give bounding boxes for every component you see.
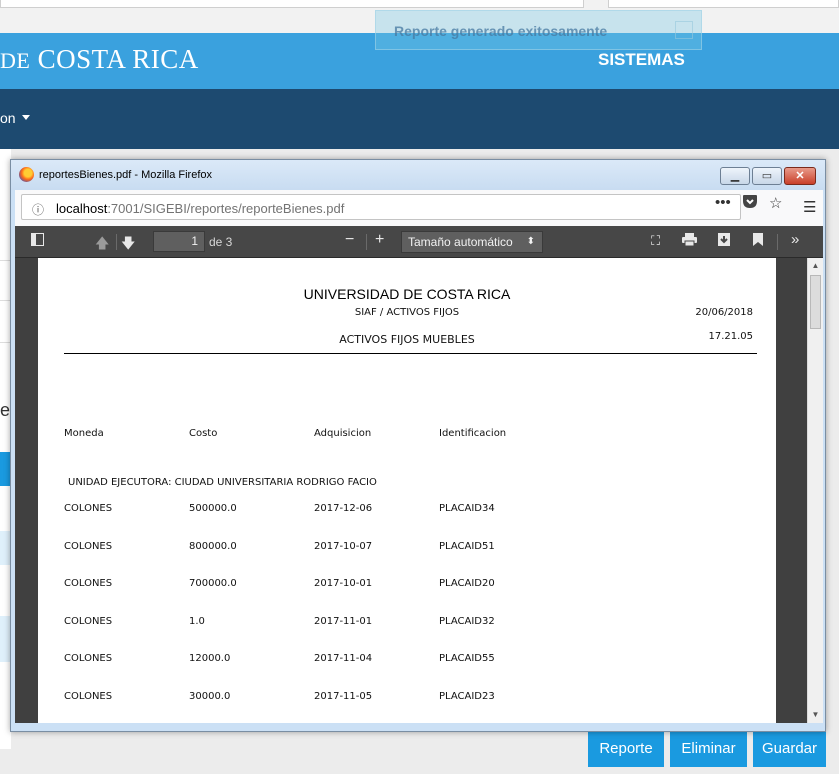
select-arrows-icon: ⬍ xyxy=(526,236,535,247)
header-rule xyxy=(64,353,757,354)
row-costo: 30000.0 xyxy=(189,691,231,702)
close-icon: ✕ xyxy=(795,170,805,182)
report-date: 20/06/2018 xyxy=(695,307,753,318)
unit-label: UNIDAD EJECUTORA: CIUDAD UNIVERSITARIA R… xyxy=(68,477,377,488)
column-header-moneda: Moneda xyxy=(64,428,104,439)
caret-down-icon xyxy=(22,115,30,120)
row-moneda: COLONES xyxy=(64,503,113,514)
row-identificacion: PLACAID32 xyxy=(439,616,495,627)
row-costo: 700000.0 xyxy=(189,578,237,589)
report-subtitle: SIAF / ACTIVOS FIJOS xyxy=(354,307,460,318)
row-identificacion: PLACAID34 xyxy=(439,503,495,514)
column-header-identificacion: Identificacion xyxy=(439,428,507,439)
minimize-button[interactable]: ▁ xyxy=(720,167,750,185)
brand-main: COSTA RICA xyxy=(37,44,199,74)
pocket-icon[interactable] xyxy=(742,194,758,213)
minimize-icon: ▁ xyxy=(730,170,740,182)
row-costo: 12000.0 xyxy=(189,653,231,664)
row-moneda: COLONES xyxy=(64,578,113,589)
window-titlebar[interactable]: reportesBienes.pdf - Mozilla Firefox ▁ ▭… xyxy=(11,160,825,190)
firefox-logo-icon xyxy=(19,167,34,182)
brand-logo-text: DE COSTA RICA xyxy=(0,44,199,75)
close-button[interactable]: ✕ xyxy=(784,167,816,185)
url-path: :7001/SIGEBI/reportes/reporteBienes.pdf xyxy=(107,201,345,216)
row-adquisicion: 2017-11-04 xyxy=(314,653,373,664)
sidebar-toggle-icon[interactable] xyxy=(31,233,44,249)
brand-prefix: DE xyxy=(0,48,31,73)
previous-page-icon[interactable]: 🡅 xyxy=(95,233,109,257)
maximize-icon: ▭ xyxy=(761,170,773,182)
row-adquisicion: 2017-10-07 xyxy=(314,541,373,552)
tools-chevron-icon[interactable]: » xyxy=(791,231,799,248)
scroll-down-icon[interactable]: ▼ xyxy=(808,707,823,723)
nav-menu-item[interactable]: on xyxy=(0,110,16,126)
page-actions-icon[interactable]: ••• xyxy=(715,194,731,211)
main-nav xyxy=(0,89,839,149)
hamburger-menu-icon[interactable]: ☰ xyxy=(803,198,816,216)
column-header-costo: Costo xyxy=(189,428,218,439)
row-costo: 1.0 xyxy=(189,616,205,627)
next-page-icon[interactable]: 🡇 xyxy=(121,233,135,257)
print-icon[interactable] xyxy=(682,233,697,249)
pdf-viewer[interactable]: UNIVERSIDAD DE COSTA RICA SIAF / ACTIVOS… xyxy=(15,258,823,723)
report-title: UNIVERSIDAD DE COSTA RICA xyxy=(303,286,511,302)
presentation-mode-icon[interactable]: ⛶ xyxy=(651,233,660,249)
success-toast: Reporte generado exitosamente xyxy=(375,10,702,50)
download-icon[interactable] xyxy=(718,233,730,249)
zoom-value: Tamaño automático xyxy=(408,235,513,249)
row-moneda: COLONES xyxy=(64,653,113,664)
row-costo: 500000.0 xyxy=(189,503,237,514)
row-adquisicion: 2017-10-01 xyxy=(314,578,373,589)
bookmark-star-icon[interactable]: ☆ xyxy=(769,194,782,212)
left-text-fragment: e xyxy=(0,400,11,420)
row-moneda: COLONES xyxy=(64,541,113,552)
maximize-button[interactable]: ▭ xyxy=(752,167,782,185)
zoom-out-icon[interactable]: − xyxy=(345,231,354,249)
divider xyxy=(777,234,778,250)
row-adquisicion: 2017-11-01 xyxy=(314,616,373,627)
scroll-up-icon[interactable]: ▲ xyxy=(808,258,823,274)
row-identificacion: PLACAID23 xyxy=(439,691,495,702)
guardar-button[interactable]: Guardar xyxy=(753,731,826,767)
pdf-toolbar: 🡅 🡇 1 de 3 − + Tamaño automático ⬍ ⛶ » xyxy=(15,226,823,258)
row-adquisicion: 2017-11-05 xyxy=(314,691,373,702)
column-header-adquisicion: Adquisicion xyxy=(314,428,372,439)
report-heading: ACTIVOS FIJOS MUEBLES xyxy=(339,333,475,346)
pdf-scrollbar[interactable]: ▲ ▼ xyxy=(807,258,823,723)
row-identificacion: PLACAID55 xyxy=(439,653,495,664)
zoom-in-icon[interactable]: + xyxy=(375,231,384,249)
info-icon[interactable]: ⓘ xyxy=(32,201,44,218)
toast-close-icon[interactable] xyxy=(675,21,693,39)
bookmark-icon[interactable] xyxy=(753,233,763,249)
row-moneda: COLONES xyxy=(64,691,113,702)
divider xyxy=(366,234,367,250)
top-input-right[interactable] xyxy=(608,0,839,8)
scroll-thumb[interactable] xyxy=(810,275,821,329)
row-moneda: COLONES xyxy=(64,616,113,627)
toast-message: Reporte generado exitosamente xyxy=(394,23,608,39)
window-title: reportesBienes.pdf - Mozilla Firefox xyxy=(39,169,213,181)
firefox-window: reportesBienes.pdf - Mozilla Firefox ▁ ▭… xyxy=(10,159,826,732)
page-count: de 3 xyxy=(209,235,233,249)
reporte-button[interactable]: Reporte xyxy=(588,731,664,767)
row-identificacion: PLACAID20 xyxy=(439,578,495,589)
address-field[interactable]: ⓘ localhost:7001/SIGEBI/reportes/reporte… xyxy=(21,194,741,220)
row-costo: 800000.0 xyxy=(189,541,237,552)
address-text: localhost:7001/SIGEBI/reportes/reporteBi… xyxy=(56,201,344,216)
row-adquisicion: 2017-12-06 xyxy=(314,503,373,514)
pdf-page: UNIVERSIDAD DE COSTA RICA SIAF / ACTIVOS… xyxy=(38,258,776,723)
url-bar: ⓘ localhost:7001/SIGEBI/reportes/reporte… xyxy=(15,190,823,226)
eliminar-button[interactable]: Eliminar xyxy=(670,731,747,767)
divider xyxy=(116,234,117,250)
row-identificacion: PLACAID51 xyxy=(439,541,495,552)
top-input[interactable] xyxy=(0,0,584,8)
url-host: localhost xyxy=(56,201,108,216)
zoom-select[interactable]: Tamaño automático ⬍ xyxy=(401,231,543,253)
page-number-input[interactable]: 1 xyxy=(153,231,205,252)
section-title: SISTEMAS xyxy=(598,50,685,69)
report-time: 17.21.05 xyxy=(708,331,753,342)
